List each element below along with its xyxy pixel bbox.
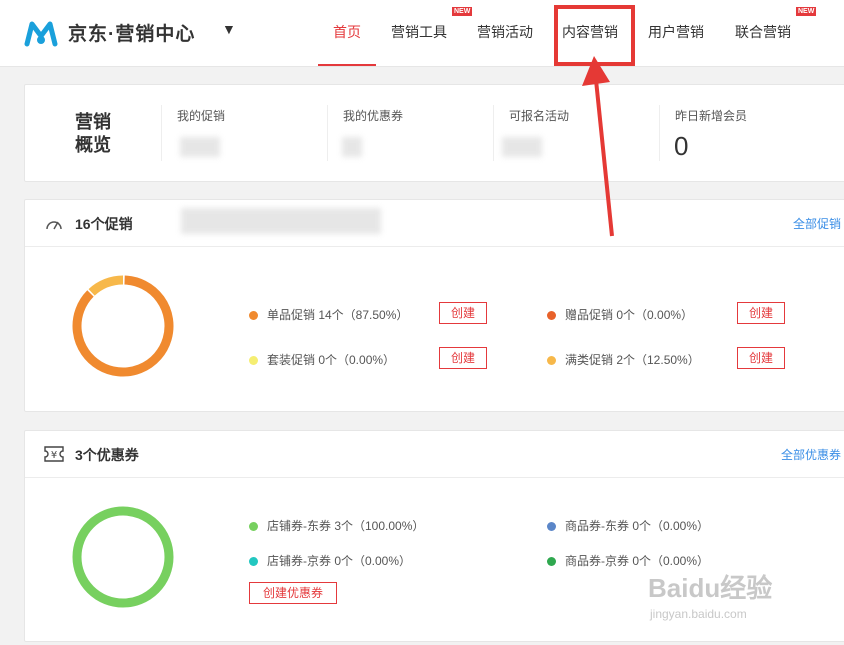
coupons-header: ¥ 3个优惠券 全部优惠券 — [25, 431, 844, 478]
create-single-product-promo-button[interactable]: 创建 — [439, 302, 487, 324]
legend-dot — [249, 356, 258, 365]
create-bundle-promo-button[interactable]: 创建 — [439, 347, 487, 369]
legend-bundle-promo: 套装促销 0个（0.00%） — [249, 351, 395, 368]
stat-label: 我的促销 — [177, 109, 226, 123]
overview-title: 营销概览 — [75, 112, 111, 155]
stat-label: 可报名活动 — [509, 109, 570, 123]
promotions-header: 16个促销 全部促销 — [25, 200, 844, 247]
legend-text: 套装促销 0个（0.00%） — [267, 353, 396, 367]
legend-product-coupon-dong: 商品券-东券 0个（0.00%） — [547, 517, 709, 534]
legend-store-coupon-dong: 店铺券-东券 3个（100.00%） — [249, 517, 424, 534]
nav-marketing-activities[interactable]: 营销活动 — [472, 0, 538, 66]
gauge-icon — [46, 221, 62, 230]
coupons-title: 3个优惠券 — [75, 447, 139, 463]
coupon-ticket-icon: ¥ — [44, 446, 64, 462]
legend-dot — [249, 557, 258, 566]
legend-text: 店铺券-东券 3个（100.00%） — [267, 519, 425, 533]
blurred-info — [181, 208, 381, 234]
brand-title[interactable]: 京东·营销中心 — [68, 19, 195, 46]
legend-text: 商品券-东券 0个（0.00%） — [565, 519, 710, 533]
legend-text: 商品券-京券 0个（0.00%） — [565, 554, 710, 568]
blurred-value — [180, 137, 220, 157]
promotions-donut-chart — [72, 275, 174, 377]
promotions-title: 16个促销 — [75, 216, 133, 232]
stat-value: 0 — [674, 131, 689, 161]
legend-dot — [547, 522, 556, 531]
legend-threshold-promo: 满类促销 2个（12.50%） — [547, 351, 700, 368]
new-badge: NEW — [452, 7, 473, 16]
stat-label: 我的优惠券 — [343, 109, 404, 123]
legend-text: 单品促销 14个（87.50%） — [267, 308, 409, 322]
legend-text: 店铺券-京券 0个（0.00%） — [267, 554, 412, 568]
nav-marketing-tools[interactable]: 营销工具 — [386, 0, 452, 66]
top-navbar: 京东·营销中心 ▼ 首页 营销工具 NEW 营销活动 内容营销 用户营销 联合营… — [0, 0, 844, 67]
blurred-value — [342, 137, 362, 157]
brand-dropdown-caret-icon[interactable]: ▼ — [222, 21, 236, 37]
svg-text:¥: ¥ — [51, 450, 57, 461]
legend-text: 赠品促销 0个（0.00%） — [565, 308, 694, 322]
donut-segment — [72, 275, 174, 377]
nav-home[interactable]: 首页 — [318, 0, 376, 66]
stat-label: 昨日新增会员 — [675, 109, 748, 123]
overview-panel: 营销概览 我的促销 我的优惠券 可报名活动 昨日新增会员 0 — [24, 84, 844, 182]
new-badge: NEW — [796, 7, 817, 16]
legend-dot — [249, 311, 258, 320]
blurred-value — [502, 137, 542, 157]
legend-dot — [547, 311, 556, 320]
red-arrow-annotation — [582, 56, 614, 237]
legend-dot — [547, 356, 556, 365]
create-coupon-button[interactable]: 创建优惠券 — [249, 582, 337, 604]
legend-product-coupon-jing: 商品券-京券 0个（0.00%） — [547, 552, 709, 569]
legend-dot — [249, 522, 258, 531]
baidu-watermark: Baidu经验 — [648, 573, 773, 603]
donut-segment — [88, 275, 124, 296]
promotions-panel: 16个促销 全部促销 单品促销 14个（87.50%） 创建 赠品促销 0个（0… — [24, 199, 844, 412]
create-gift-promo-button[interactable]: 创建 — [737, 302, 785, 324]
stat-new-members-yesterday[interactable]: 昨日新增会员 0 — [659, 105, 810, 161]
jd-logo-icon[interactable] — [24, 16, 58, 50]
nav-joint-marketing[interactable]: 联合营销 — [729, 0, 797, 66]
legend-dot — [547, 557, 556, 566]
donut-segment — [72, 506, 174, 608]
legend-single-product-promo: 单品促销 14个（87.50%） — [249, 306, 408, 323]
coupons-donut-chart — [72, 506, 174, 608]
stat-my-coupons[interactable]: 我的优惠券 — [327, 105, 478, 161]
legend-store-coupon-jing: 店铺券-京券 0个（0.00%） — [249, 552, 411, 569]
legend-text: 满类促销 2个（12.50%） — [565, 353, 700, 367]
stat-my-promotions[interactable]: 我的促销 — [161, 105, 312, 161]
legend-gift-promo: 赠品促销 0个（0.00%） — [547, 306, 693, 323]
all-coupons-link[interactable]: 全部优惠券 — [781, 446, 841, 463]
all-promotions-link[interactable]: 全部促销 — [793, 215, 841, 232]
baidu-watermark-url: jingyan.baidu.com — [650, 607, 747, 621]
nav-user-marketing[interactable]: 用户营销 — [643, 0, 709, 66]
create-threshold-promo-button[interactable]: 创建 — [737, 347, 785, 369]
